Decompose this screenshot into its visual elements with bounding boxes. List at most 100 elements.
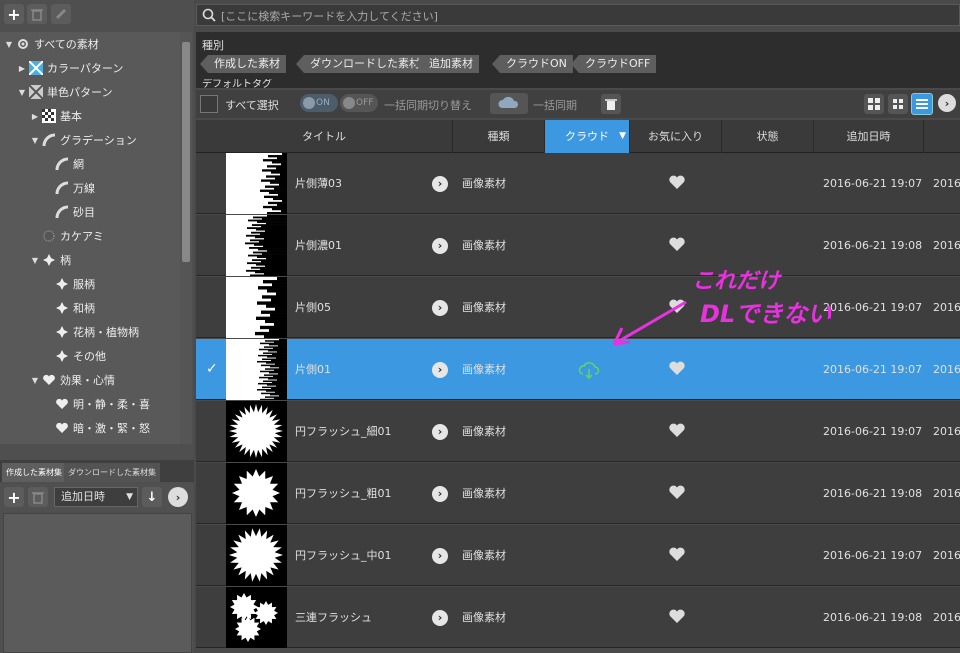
sort-direction-icon[interactable]: ↓: [142, 487, 162, 507]
material-row[interactable]: 円フラッシュ_粗01 › 画像素材 2016-06-21 19:08 2016: [196, 463, 960, 524]
tree-item[interactable]: 服柄: [43, 273, 95, 295]
details-arrow-icon[interactable]: ›: [432, 362, 448, 378]
tree-item[interactable]: ▼ 効果・心情: [30, 369, 115, 391]
expand-down-icon[interactable]: ▼: [30, 376, 40, 385]
tree-item-label: 万線: [73, 182, 95, 195]
material-thumbnail: [226, 525, 287, 586]
material-kind: 画像素材: [462, 301, 506, 314]
details-arrow-icon[interactable]: ›: [432, 610, 448, 626]
details-arrow-icon[interactable]: ›: [432, 548, 448, 564]
expand-down-icon[interactable]: ▼: [30, 256, 40, 265]
expand-down-icon[interactable]: ▼: [4, 40, 14, 49]
tree-item[interactable]: ▼ 単色パターン: [17, 81, 112, 103]
sort-select[interactable]: 追加日時 ▼: [54, 487, 138, 507]
expand-down-icon[interactable]: ▼: [17, 88, 27, 97]
add-icon[interactable]: +: [4, 4, 24, 24]
details-arrow-icon[interactable]: ›: [432, 486, 448, 502]
expand-right-icon[interactable]: ▶: [30, 112, 40, 121]
cloud-download-icon[interactable]: [577, 360, 601, 380]
chip-created[interactable]: 作成した素材: [200, 55, 286, 73]
sync-on-toggle[interactable]: ON: [300, 94, 338, 112]
tree-item[interactable]: 万線: [43, 177, 95, 199]
chip-added[interactable]: 追加素材: [415, 55, 479, 73]
tree-item[interactable]: ▼ 柄: [30, 249, 71, 271]
column-headers: タイトル 種類 クラウド ▼ お気に入り 状態 追加日時: [196, 120, 960, 153]
material-thumbnail: [226, 277, 287, 338]
handwritten-annotation: これだけ DLできない: [608, 268, 848, 358]
extra-date: 2016: [933, 301, 960, 314]
material-title: 円フラッシュ_粗01: [295, 487, 392, 500]
chip-cloud-on[interactable]: クラウドON: [492, 55, 573, 73]
delete-icon[interactable]: [601, 94, 621, 114]
sort-desc-icon: ▼: [619, 131, 626, 141]
tree-item[interactable]: 和柄: [43, 297, 95, 319]
cloud-sync-icon[interactable]: [490, 93, 528, 114]
select-all-checkbox[interactable]: [200, 95, 218, 113]
details-arrow-icon[interactable]: ›: [432, 176, 448, 192]
chip-downloaded[interactable]: ダウンロードした素材: [296, 55, 426, 73]
sync-off-toggle[interactable]: OFF: [340, 94, 378, 112]
details-arrow-icon[interactable]: ›: [432, 300, 448, 316]
tree-item[interactable]: 明・静・柔・喜: [43, 393, 150, 415]
col-kind[interactable]: 種類: [453, 120, 545, 153]
tab-created-sets[interactable]: 作成した素材集: [2, 463, 66, 482]
details-arrow-icon[interactable]: ›: [432, 238, 448, 254]
expand-down-icon[interactable]: ▼: [30, 136, 40, 145]
tree-item[interactable]: カケアミ: [30, 225, 104, 247]
material-thumbnail: [226, 463, 287, 524]
tree-item[interactable]: ▼ グラデーション: [30, 129, 137, 151]
tree-item[interactable]: 花柄・植物柄: [43, 321, 139, 343]
favorite-heart-icon[interactable]: [668, 360, 686, 376]
col-favorite[interactable]: お気に入り: [630, 120, 722, 153]
add-set-icon[interactable]: +: [4, 487, 24, 507]
sort-label: 追加日時: [61, 490, 105, 503]
chevron-right-icon[interactable]: ›: [938, 94, 956, 112]
tree-item[interactable]: ▶ 基本: [30, 105, 82, 127]
details-arrow-icon[interactable]: ›: [432, 424, 448, 440]
material-row[interactable]: 円フラッシュ_中01 › 画像素材 2016-06-21 19:07 2016: [196, 525, 960, 586]
extra-date: 2016: [933, 177, 960, 190]
gradation-icon: [55, 205, 69, 219]
trash-icon[interactable]: [27, 4, 47, 24]
col-added-date[interactable]: 追加日時: [814, 120, 924, 153]
pencil-icon[interactable]: [51, 4, 71, 24]
checker-icon: [42, 109, 56, 123]
sync-toggle-label: 一括同期切り替え: [384, 99, 472, 112]
tree-item[interactable]: その他: [43, 345, 106, 367]
favorite-heart-icon[interactable]: [668, 546, 686, 562]
search-icon: [202, 8, 216, 22]
favorite-heart-icon[interactable]: [668, 236, 686, 252]
tree-item-label: グラデーション: [60, 134, 137, 147]
annotation-line2: DLできない: [700, 300, 832, 328]
material-row[interactable]: 三連フラッシュ › 画像素材 2016-06-21 19:08 2016: [196, 587, 960, 648]
tree-scrollbar[interactable]: [180, 32, 192, 444]
list-view-icon[interactable]: [911, 93, 933, 115]
favorite-heart-icon[interactable]: [668, 608, 686, 624]
tree-item[interactable]: ▶ カラーパターン: [17, 57, 123, 79]
col-status[interactable]: 状態: [722, 120, 814, 153]
col-extra[interactable]: [924, 120, 960, 153]
material-row[interactable]: 片側濃01 › 画像素材 2016-06-21 19:08 2016: [196, 215, 960, 276]
delete-set-icon[interactable]: [28, 487, 48, 507]
col-cloud[interactable]: クラウド ▼: [545, 120, 630, 153]
chip-cloud-off[interactable]: クラウドOFF: [571, 55, 657, 73]
small-grid-view-icon[interactable]: [888, 94, 908, 114]
expand-right-icon[interactable]: ▶: [17, 64, 27, 73]
chevron-right-icon[interactable]: ›: [168, 487, 188, 507]
tree-item-label: 網: [73, 158, 84, 171]
tree-item[interactable]: ▼ すべての素材: [4, 33, 99, 55]
favorite-heart-icon[interactable]: [668, 422, 686, 438]
tree-item[interactable]: 網: [43, 153, 84, 175]
favorite-heart-icon[interactable]: [668, 174, 686, 190]
col-title[interactable]: タイトル: [196, 120, 453, 153]
select-all-label: すべて選択: [225, 99, 279, 112]
favorite-heart-icon[interactable]: [668, 484, 686, 500]
search-bar[interactable]: [ここに検索キーワードを入力してください]: [196, 4, 960, 26]
tree-item[interactable]: 砂目: [43, 201, 95, 223]
tree-item[interactable]: 暗・激・緊・怒: [43, 417, 150, 439]
added-date: 2016-06-21 19:08: [823, 487, 923, 500]
large-grid-view-icon[interactable]: [864, 94, 884, 114]
material-row[interactable]: 片側薄03 › 画像素材 2016-06-21 19:07 2016: [196, 153, 960, 214]
tab-downloaded-sets[interactable]: ダウンロードした素材集: [64, 463, 160, 482]
material-row[interactable]: 円フラッシュ_細01 › 画像素材 2016-06-21 19:07 2016: [196, 401, 960, 462]
